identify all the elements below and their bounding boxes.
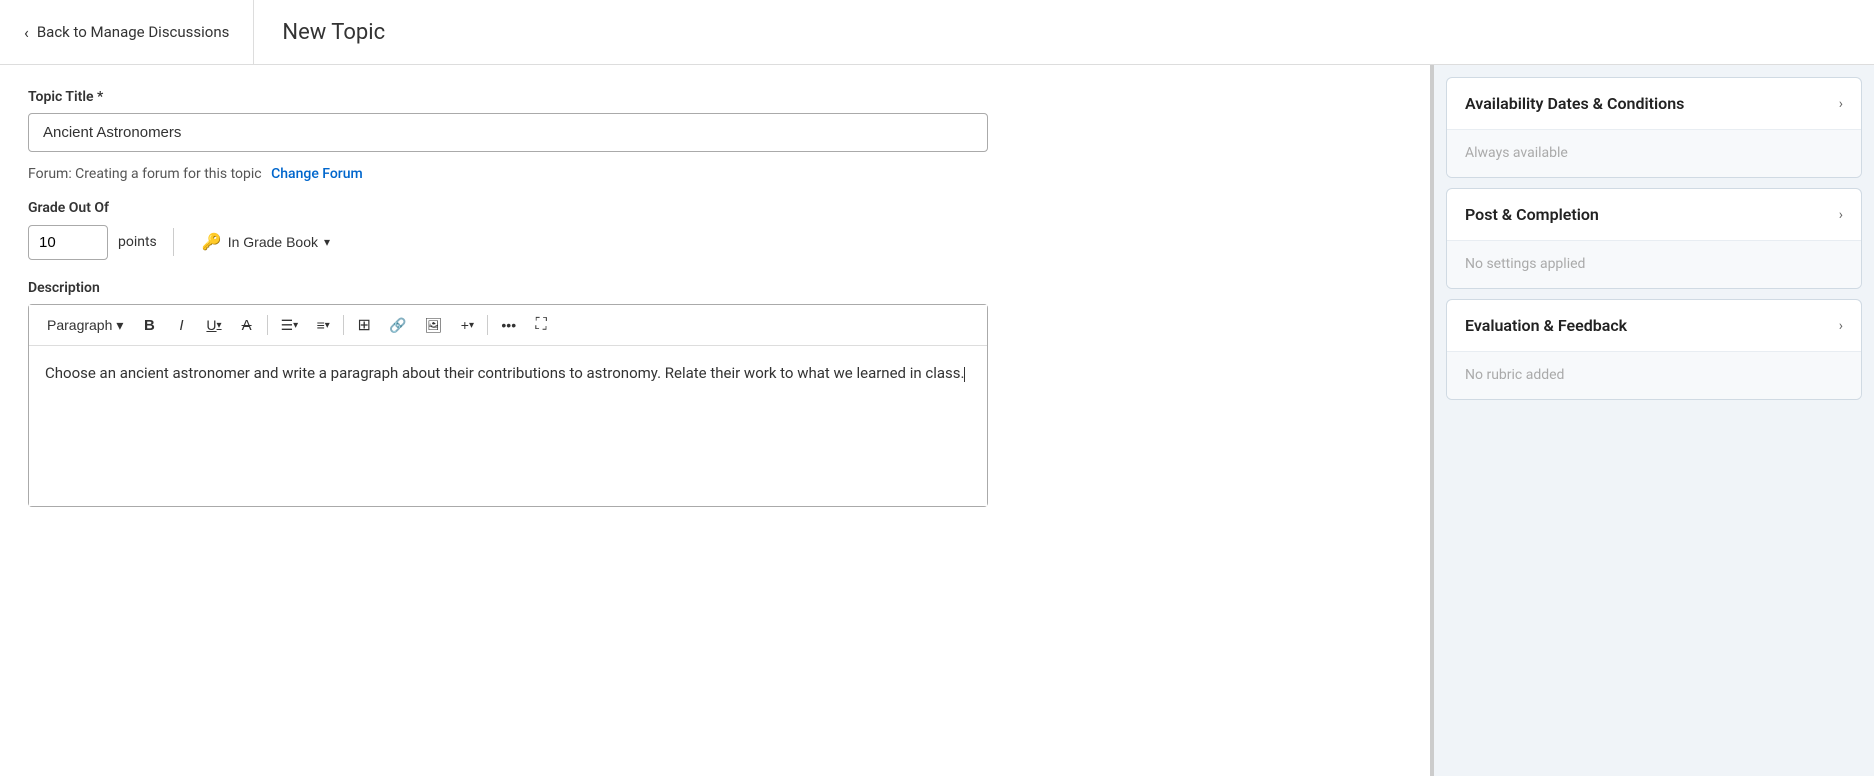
grade-book-button[interactable]: 🔑 In Grade Book ▾ [190,224,342,260]
evaluation-chevron-icon: › [1839,318,1843,334]
forum-info: Forum: Creating a forum for this topic C… [28,166,1402,182]
more-options-icon: ••• [501,317,516,333]
chevron-down-icon: ▾ [116,317,123,334]
divider [173,228,174,256]
editor-content: Choose an ancient astronomer and write a… [45,364,964,382]
evaluation-card-header[interactable]: Evaluation & Feedback › [1447,300,1861,352]
fullscreen-icon: ⛶ [536,316,547,334]
image-button[interactable]: 🖼 [418,311,450,339]
add-button[interactable]: + ▾ [453,311,481,339]
page-title: New Topic [254,20,413,45]
italic-button[interactable]: I [167,311,195,339]
grade-row: points 🔑 In Grade Book ▾ [28,224,1402,260]
link-button[interactable]: 🔗 [382,311,413,339]
underline-button[interactable]: U ▾ [199,311,228,339]
change-forum-link[interactable]: Change Forum [271,166,363,182]
grade-label: Grade Out Of [28,200,1402,216]
evaluation-card: Evaluation & Feedback › No rubric added [1446,299,1862,400]
right-sidebar: Availability Dates & Conditions › Always… [1434,65,1874,776]
grade-book-label: In Grade Book [228,234,318,250]
add-chevron: ▾ [469,320,474,331]
availability-card: Availability Dates & Conditions › Always… [1446,77,1862,178]
description-label: Description [28,280,1402,296]
availability-value: Always available [1465,145,1568,161]
availability-chevron-icon: › [1839,96,1843,112]
post-completion-card-header[interactable]: Post & Completion › [1447,189,1861,241]
post-completion-card: Post & Completion › No settings applied [1446,188,1862,289]
align-button[interactable]: ☰ ▾ [274,311,306,339]
toolbar-separator-2 [343,315,344,335]
align-icon: ☰ [281,317,294,334]
more-options-button[interactable]: ••• [494,311,523,339]
header: ‹ Back to Manage Discussions New Topic [0,0,1874,65]
forum-info-text: Forum: Creating a forum for this topic [28,166,262,182]
link-icon: 🔗 [389,317,406,334]
rich-text-editor: Paragraph ▾ B I U ▾ A ☰ ▾ [28,304,988,507]
points-label: points [118,234,157,250]
back-label: Back to Manage Discussions [37,23,230,41]
toolbar-separator-3 [487,315,488,335]
editor-toolbar: Paragraph ▾ B I U ▾ A ☰ ▾ [29,305,987,346]
main-layout: Topic Title * Forum: Creating a forum fo… [0,65,1874,776]
editor-body[interactable]: Choose an ancient astronomer and write a… [29,346,987,506]
grade-input[interactable] [28,225,108,260]
paragraph-style-button[interactable]: Paragraph ▾ [39,313,131,338]
post-completion-value: No settings applied [1465,256,1585,272]
chevron-left-icon: ‹ [24,23,29,42]
chevron-down-small-icon: ▾ [217,320,222,331]
add-icon: + [461,317,469,333]
strikethrough-button[interactable]: A [233,311,261,339]
back-link[interactable]: ‹ Back to Manage Discussions [0,0,254,64]
availability-card-body: Always available [1447,130,1861,177]
availability-card-header[interactable]: Availability Dates & Conditions › [1447,78,1861,130]
evaluation-card-title: Evaluation & Feedback [1465,316,1627,335]
description-section: Description Paragraph ▾ B I U ▾ A [28,280,1402,507]
evaluation-card-body: No rubric added [1447,352,1861,399]
fullscreen-button[interactable]: ⛶ [527,311,555,339]
toolbar-separator-1 [267,315,268,335]
list-chevron: ▾ [325,320,330,331]
image-icon: 🖼 [425,317,443,334]
left-panel: Topic Title * Forum: Creating a forum fo… [0,65,1434,776]
post-completion-chevron-icon: › [1839,207,1843,223]
availability-card-title: Availability Dates & Conditions [1465,94,1684,113]
align-chevron: ▾ [293,320,298,331]
post-completion-card-title: Post & Completion [1465,205,1599,224]
topic-title-input[interactable] [28,113,988,152]
topic-title-label: Topic Title * [28,89,1402,105]
grade-section: Grade Out Of points 🔑 In Grade Book ▾ [28,200,1402,260]
text-cursor [964,367,965,382]
bold-button[interactable]: B [135,311,163,339]
list-button[interactable]: ≡ ▾ [309,311,337,339]
post-completion-card-body: No settings applied [1447,241,1861,288]
paragraph-style-label: Paragraph [47,317,112,333]
topic-title-group: Topic Title * [28,89,1402,152]
evaluation-value: No rubric added [1465,367,1564,383]
list-icon: ≡ [317,317,325,333]
chevron-down-icon: ▾ [324,235,330,249]
insert-special-icon: ⊞ [357,315,370,335]
key-icon: 🔑 [202,232,222,252]
insert-special-button[interactable]: ⊞ [350,311,378,339]
